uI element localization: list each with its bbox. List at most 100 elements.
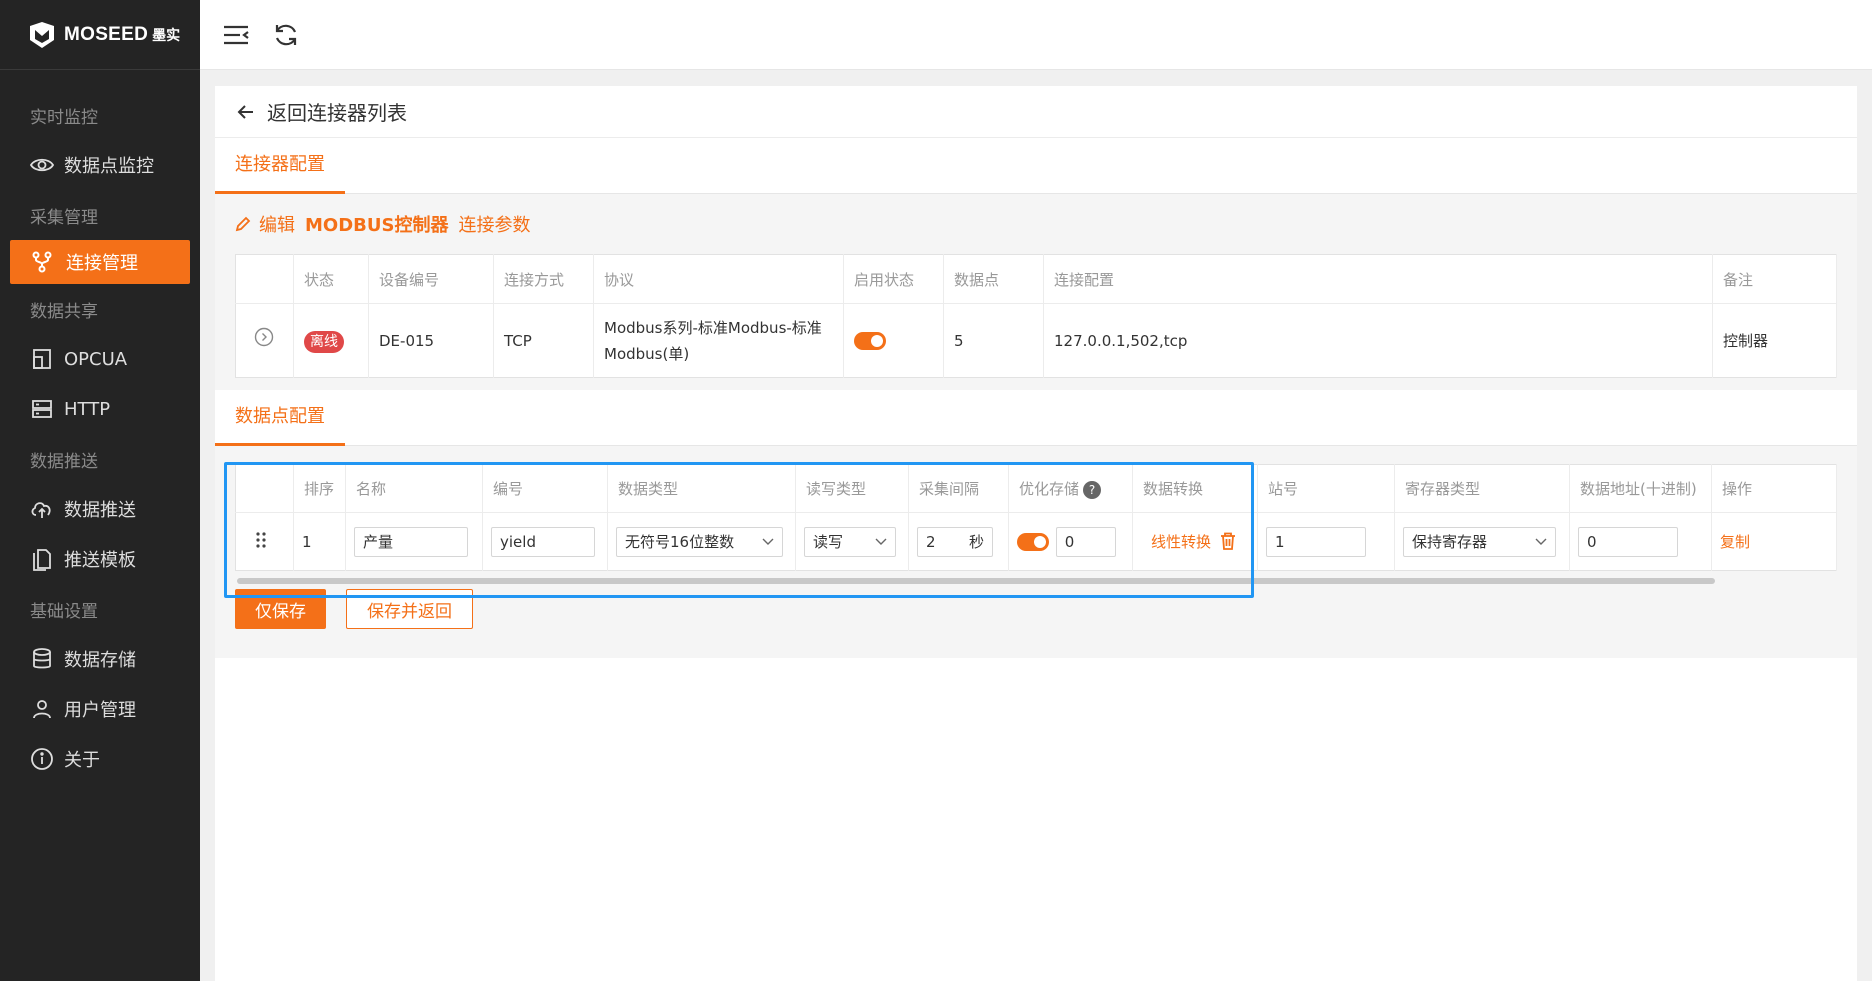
col-address: 数据地址(十进制) [1569,464,1712,513]
col-remark: 备注 [1712,254,1837,304]
device-id: DE-015 [368,303,494,378]
col-optimize: 优化存储? [1008,464,1133,513]
protocol: Modbus系列-标准Modbus-标准Modbus(单) [593,303,844,378]
col-data-type: 数据类型 [607,464,796,513]
col-station: 站号 [1257,464,1395,513]
interval-unit: 秒 [968,533,984,551]
linear-convert-link[interactable]: 线性转换 [1151,533,1211,551]
register-type-select[interactable]: 保持寄存器 [1403,526,1556,557]
data-type-select[interactable]: 无符号16位整数 [616,526,783,557]
nav-group-settings: 基础设置 [30,601,98,622]
drag-handle-icon[interactable] [254,530,268,550]
button-row: 仅保存 保存并返回 [235,587,1837,631]
connector-panel-title: 编辑 MODBUS控制器 连接参数 [235,194,1837,254]
back-row: 返回连接器列表 [215,86,1857,138]
datapoint-panel: 排序 名称 编号 数据类型 读写类型 采集间隔 优化存储? 数据转换 站号 寄存… [215,446,1857,658]
database-icon [30,647,54,671]
sidebar-item-label: 数据存储 [64,650,136,671]
server-icon [30,397,54,421]
save-only-button[interactable]: 仅保存 [235,589,326,629]
tab-row-datapoint: 数据点配置 [215,390,1857,446]
sidebar-item-about[interactable]: 关于 [0,734,200,784]
template-icon [30,547,54,571]
sidebar-item-label: 推送模板 [64,550,136,571]
tab-datapoint-config[interactable]: 数据点配置 [215,390,345,446]
col-rw-type: 读写类型 [795,464,909,513]
sidebar-item-label: OPCUA [64,348,128,370]
table-scrollbar[interactable] [237,578,1715,584]
interval-input[interactable]: 2 秒 [917,526,993,557]
col-interval: 采集间隔 [908,464,1009,513]
col-conn-type: 连接方式 [493,254,594,304]
nav-group-push: 数据推送 [30,451,98,472]
sidebar-item-data-push[interactable]: 数据推送 [0,484,200,534]
menu-collapse-icon[interactable] [222,21,250,49]
remark: 控制器 [1712,303,1837,378]
sidebar-item-label: 用户管理 [64,700,136,721]
connector-table: 状态 设备编号 连接方式 协议 启用状态 数据点 连接配置 备注 离线 DE-0… [235,254,1837,378]
sidebar-item-datapoint-monitor[interactable]: 数据点监控 [0,140,200,190]
enabled-toggle[interactable] [854,332,886,350]
user-icon [30,697,54,721]
rw-type-select[interactable]: 读写 [804,526,896,557]
refresh-icon[interactable] [272,21,300,49]
arrow-left-icon[interactable] [237,103,255,121]
col-device-id: 设备编号 [368,254,494,304]
col-points: 数据点 [943,254,1044,304]
col-status: 状态 [293,254,369,304]
trash-icon[interactable] [1220,532,1236,550]
pencil-icon [235,216,251,232]
sidebar-item-connection[interactable]: 连接管理 [10,240,190,284]
col-name: 名称 [345,464,483,513]
sidebar-item-label: HTTP [64,398,111,420]
upload-icon [30,497,54,521]
table-row: 离线 DE-015 TCP Modbus系列-标准Modbus-标准Modbus… [235,303,1837,378]
copy-link[interactable]: 复制 [1720,533,1750,551]
nav-group-collect: 采集管理 [30,207,98,228]
eye-icon [30,153,54,177]
conn-config: 127.0.0.1,502,tcp [1043,303,1713,378]
sidebar-item-storage[interactable]: 数据存储 [0,634,200,684]
expand-circle-icon[interactable] [254,327,274,347]
interval-value: 2 [926,532,936,551]
rw-type-value: 读写 [813,533,844,551]
title-suffix: 连接参数 [458,215,531,236]
name-input[interactable]: 产量 [354,526,468,557]
sidebar-item-opcua[interactable]: OPCUA [0,334,200,384]
logo: MOSEED 墨实 [0,0,200,70]
nav-group-monitor: 实时监控 [30,107,98,128]
sidebar-item-users[interactable]: 用户管理 [0,684,200,734]
sidebar-item-push-template[interactable]: 推送模板 [0,534,200,584]
col-action: 操作 [1711,464,1837,513]
connector-name: MODBUS控制器 [305,215,449,236]
help-icon[interactable]: ? [1083,480,1102,499]
order-value: 1 [293,512,346,571]
connector-panel: 编辑 MODBUS控制器 连接参数 状态 设备编号 连接方式 协议 启用状态 数… [215,194,1857,390]
sidebar-item-label: 数据点监控 [64,156,154,177]
info-icon [30,747,54,771]
station-input[interactable]: 1 [1266,526,1366,557]
sidebar-item-http[interactable]: HTTP [0,384,200,434]
address-input[interactable]: 0 [1578,526,1678,557]
col-code: 编号 [482,464,608,513]
moseed-logo-icon [30,21,54,48]
table-header-row: 排序 名称 编号 数据类型 读写类型 采集间隔 优化存储? 数据转换 站号 寄存… [235,464,1837,513]
top-bar [200,0,1872,70]
title-prefix: 编辑 [259,215,295,236]
datapoint-table: 排序 名称 编号 数据类型 读写类型 采集间隔 优化存储? 数据转换 站号 寄存… [235,464,1837,571]
tab-connector-config[interactable]: 连接器配置 [215,138,345,194]
conn-type: TCP [493,303,594,378]
brand-sub: 墨实 [152,27,181,44]
nav-group-share: 数据共享 [30,301,98,322]
optimize-toggle[interactable] [1017,533,1049,551]
save-and-return-button[interactable]: 保存并返回 [346,589,473,629]
back-link[interactable]: 返回连接器列表 [267,97,407,126]
col-enabled: 启用状态 [843,254,944,304]
code-input[interactable]: yield [491,526,595,557]
sidebar-item-label: 连接管理 [66,253,138,274]
col-register-type: 寄存器类型 [1394,464,1570,513]
optimize-input[interactable]: 0 [1055,526,1116,557]
col-expand [235,254,294,304]
main-content: 返回连接器列表 连接器配置 编辑 MODBUS控制器 连接参数 状态 设备编号 … [215,86,1857,981]
col-protocol: 协议 [593,254,844,304]
